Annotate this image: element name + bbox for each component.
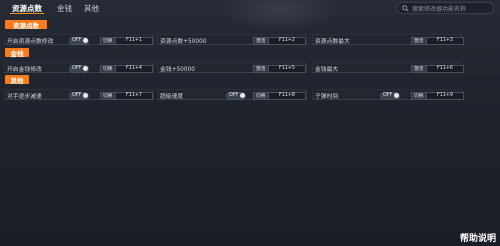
search-input[interactable]: 搜索修改器功能名称 xyxy=(412,4,466,13)
feature-enable-resource-edit: 开启资源点数修改 OFF 切换 F11+1 xyxy=(4,34,154,45)
toggle-state: OFF xyxy=(229,92,239,98)
toggle-knob xyxy=(239,93,245,98)
feature-label: 资源点数最大 xyxy=(315,39,350,45)
hotkey-field[interactable]: F11+2 xyxy=(268,36,306,45)
feature-label: 超级速度 xyxy=(160,94,184,100)
toggle-knob xyxy=(82,38,88,43)
toggle-switch[interactable]: OFF xyxy=(380,91,400,100)
toggle-state: OFF xyxy=(72,65,82,71)
toggle-switch[interactable]: OFF xyxy=(69,36,89,45)
search-icon xyxy=(402,4,409,12)
activate-button[interactable]: 激活 xyxy=(411,64,427,73)
toggle-state: OFF xyxy=(72,92,82,98)
feature-bullet-time: 子弹时间 OFF 切换 F11+9 xyxy=(312,89,464,100)
toggle-knob xyxy=(82,66,88,71)
help-button[interactable]: 帮助说明 xyxy=(460,231,496,244)
switch-key-button[interactable]: 切换 xyxy=(100,36,116,45)
feature-label: 子弹时间 xyxy=(315,94,339,100)
top-bar: 资源点数 金钱 其他 搜索修改器功能名称 xyxy=(0,0,500,16)
hotkey-field[interactable]: F11+3 xyxy=(426,36,464,45)
toggle-switch[interactable]: OFF xyxy=(69,64,89,73)
activate-button[interactable]: 激活 xyxy=(411,36,427,45)
feature-super-speed: 超级速度 OFF 切换 F11+8 xyxy=(157,89,307,100)
switch-key-button[interactable]: 切换 xyxy=(100,91,116,100)
feature-opponent-slowdown: 对手逐步减速 OFF 切换 F11+7 xyxy=(4,89,154,100)
toggle-knob xyxy=(393,93,399,98)
hotkey-field[interactable]: F11+8 xyxy=(268,91,306,100)
tab-other[interactable]: 其他 xyxy=(84,3,99,14)
switch-key-button[interactable]: 切换 xyxy=(411,91,427,100)
feature-label: 开启金钱修改 xyxy=(7,67,42,73)
feature-money-plus-50000: 金钱+50000 激活 F11+5 xyxy=(157,62,307,73)
toggle-switch[interactable]: OFF xyxy=(226,91,246,100)
toggle-state: OFF xyxy=(383,92,393,98)
activate-button[interactable]: 激活 xyxy=(253,64,269,73)
toggle-state: OFF xyxy=(72,37,82,43)
section-header-other: 其他 xyxy=(5,75,29,85)
feature-resource-plus-50000: 资源点数+50000 激活 F11+2 xyxy=(157,34,307,45)
feature-label: 金钱+50000 xyxy=(160,67,195,73)
feature-label: 资源点数+50000 xyxy=(160,39,207,45)
hotkey-field[interactable]: F11+7 xyxy=(115,91,153,100)
search-box[interactable]: 搜索修改器功能名称 xyxy=(396,2,494,14)
hotkey-field[interactable]: F11+9 xyxy=(426,91,464,100)
feature-label: 对手逐步减速 xyxy=(7,94,42,100)
feature-label: 开启资源点数修改 xyxy=(7,39,54,45)
feature-label: 金钱最大 xyxy=(315,67,339,73)
hotkey-field[interactable]: F11+6 xyxy=(426,64,464,73)
section-row-money: 开启金钱修改 OFF 切换 F11+4 金钱+50000 激活 F11+5 金钱… xyxy=(4,62,470,73)
activate-button[interactable]: 激活 xyxy=(253,36,269,45)
feature-enable-money-edit: 开启金钱修改 OFF 切换 F11+4 xyxy=(4,62,154,73)
feature-money-max: 金钱最大 激活 F11+6 xyxy=(312,62,464,73)
toggle-knob xyxy=(82,93,88,98)
hotkey-field[interactable]: F11+1 xyxy=(115,36,153,45)
active-tab-indicator xyxy=(10,13,44,14)
hotkey-field[interactable]: F11+4 xyxy=(115,64,153,73)
toggle-switch[interactable]: OFF xyxy=(69,91,89,100)
tab-money[interactable]: 金钱 xyxy=(57,3,72,14)
section-row-other: 对手逐步减速 OFF 切换 F11+7 超级速度 OFF 切换 F11+8 子弹… xyxy=(4,89,470,100)
section-row-resource-points: 开启资源点数修改 OFF 切换 F11+1 资源点数+50000 激活 F11+… xyxy=(4,34,470,45)
section-header-resource-points: 资源点数 xyxy=(5,20,47,30)
section-header-money: 金钱 xyxy=(5,48,29,58)
switch-key-button[interactable]: 切换 xyxy=(100,64,116,73)
feature-resource-max: 资源点数最大 激活 F11+3 xyxy=(312,34,464,45)
switch-key-button[interactable]: 切换 xyxy=(253,91,269,100)
hotkey-field[interactable]: F11+5 xyxy=(268,64,306,73)
